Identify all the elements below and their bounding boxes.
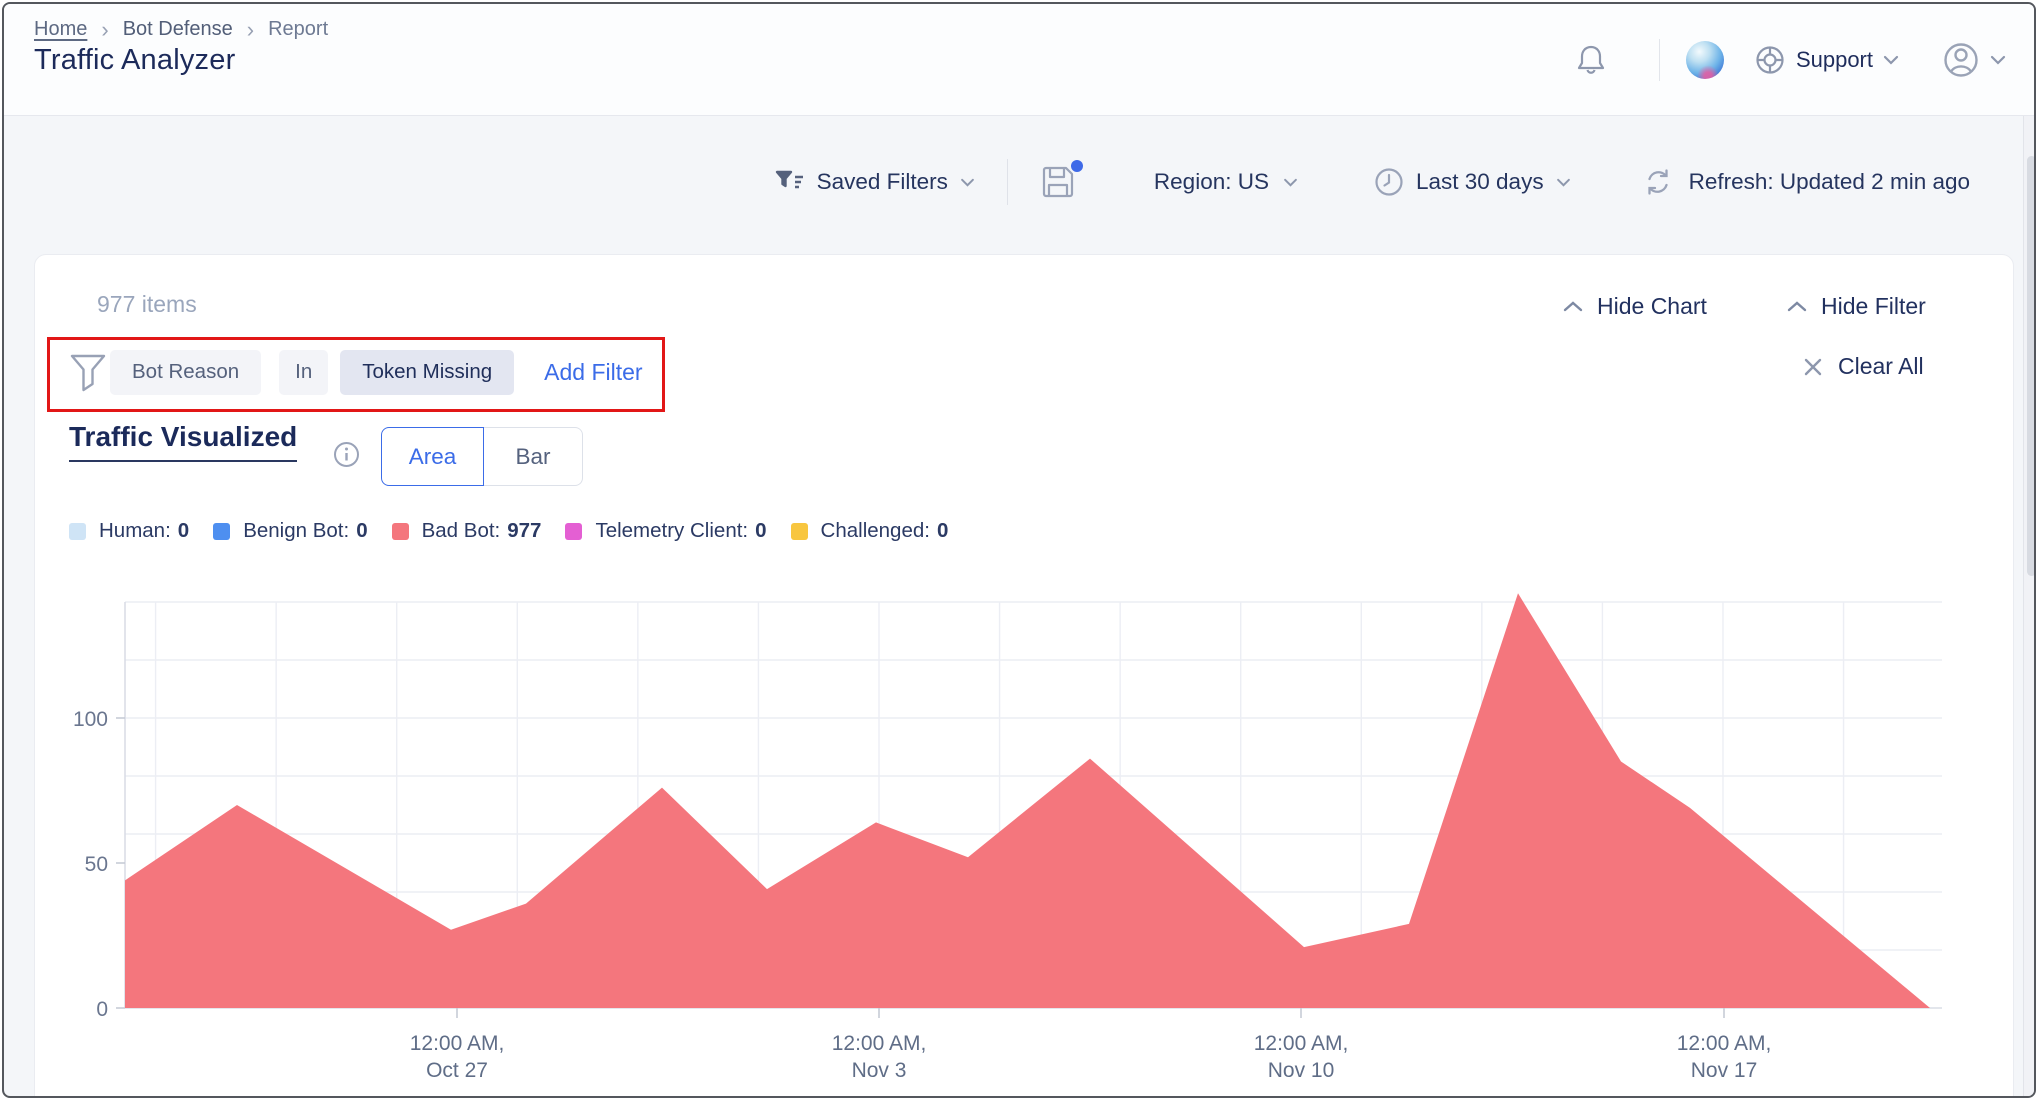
hide-chart-label: Hide Chart bbox=[1597, 293, 1707, 319]
legend-swatch bbox=[213, 522, 231, 540]
svg-text:12:00 AM,: 12:00 AM, bbox=[832, 1032, 927, 1055]
life-ring-icon bbox=[1756, 46, 1784, 74]
breadcrumb-report-current: Report bbox=[268, 18, 329, 40]
chevron-down-icon bbox=[1990, 55, 2006, 65]
chevron-down-icon bbox=[961, 178, 974, 187]
toolbar-divider bbox=[1006, 159, 1008, 205]
refresh-status-label: Refresh: Updated 2 min ago bbox=[1688, 169, 1970, 194]
svg-text:12:00 AM,: 12:00 AM, bbox=[1254, 1032, 1349, 1055]
legend-swatch bbox=[565, 522, 583, 540]
legend-label: Human: 0 bbox=[99, 519, 190, 542]
time-range-dropdown[interactable]: Last 30 days bbox=[1374, 167, 1571, 197]
legend-label: Challenged: 0 bbox=[820, 519, 949, 542]
info-icon[interactable] bbox=[333, 441, 360, 468]
hide-filter-label: Hide Filter bbox=[1821, 293, 1926, 319]
refresh-button[interactable]: Refresh: Updated 2 min ago bbox=[1643, 167, 1970, 197]
vertical-scrollbar-track[interactable] bbox=[2023, 116, 2034, 1096]
svg-text:Nov 10: Nov 10 bbox=[1268, 1059, 1335, 1082]
page-title: Traffic Analyzer bbox=[34, 44, 236, 76]
toggle-bar-button[interactable]: Bar bbox=[484, 427, 583, 486]
x-icon bbox=[1804, 358, 1822, 375]
add-filter-button[interactable]: Add Filter bbox=[544, 359, 642, 386]
chevron-right-icon: › bbox=[101, 16, 109, 42]
floppy-save-icon bbox=[1042, 166, 1074, 198]
results-card: 977 items Hide Chart Hide Filter Bot Rea… bbox=[34, 254, 2014, 1096]
clear-all-label: Clear All bbox=[1838, 353, 1924, 379]
tenant-avatar[interactable] bbox=[1685, 41, 1724, 79]
traffic-area-chart[interactable]: 0 50 100 12:00 AM, Oct 27 12:00 AM, Nov 3 12:00… bbox=[35, 565, 2013, 1096]
saved-filters-label: Saved Filters bbox=[816, 169, 948, 194]
saved-filters-dropdown[interactable]: Saved Filters bbox=[775, 169, 975, 195]
notifications-bell-icon[interactable] bbox=[1575, 43, 1607, 77]
time-range-label: Last 30 days bbox=[1415, 169, 1544, 194]
hide-chart-button[interactable]: Hide Chart bbox=[1563, 293, 1707, 320]
chevron-down-icon bbox=[1883, 55, 1899, 65]
chevron-up-icon bbox=[1787, 301, 1807, 312]
filter-value-chip[interactable]: Token Missing bbox=[340, 349, 515, 395]
chart-type-toggle: Area Bar bbox=[381, 427, 583, 486]
svg-text:Nov 17: Nov 17 bbox=[1691, 1059, 1758, 1082]
top-header-bar: Home › Bot Defense › Report Traffic Anal… bbox=[4, 4, 2034, 116]
legend-item[interactable]: Telemetry Client: 0 bbox=[565, 519, 767, 543]
legend-swatch bbox=[790, 522, 808, 540]
hide-filter-button[interactable]: Hide Filter bbox=[1787, 293, 1926, 320]
vertical-scrollbar-thumb[interactable] bbox=[2027, 156, 2034, 576]
refresh-icon bbox=[1647, 169, 1668, 195]
chevron-up-icon bbox=[1563, 301, 1583, 312]
legend-label: Bad Bot: 977 bbox=[421, 519, 542, 542]
filter-funnel-icon bbox=[69, 353, 107, 393]
header-divider bbox=[1658, 39, 1660, 81]
chevron-down-icon bbox=[1284, 178, 1297, 187]
svg-text:12:00 AM,: 12:00 AM, bbox=[410, 1032, 505, 1055]
chevron-down-icon bbox=[1556, 178, 1570, 187]
svg-text:100: 100 bbox=[73, 708, 108, 731]
active-filter-bar: Bot Reason In Token Missing Add Filter bbox=[110, 349, 643, 395]
breadcrumb: Home › Bot Defense › Report bbox=[34, 18, 328, 41]
clock-icon bbox=[1375, 168, 1403, 196]
filter-field-chip[interactable]: Bot Reason bbox=[110, 349, 262, 395]
report-toolbar: Saved Filters Region: US Last 30 days Re… bbox=[775, 154, 1970, 210]
svg-text:Nov 3: Nov 3 bbox=[852, 1059, 907, 1082]
legend-swatch bbox=[69, 522, 86, 540]
toggle-area-button[interactable]: Area bbox=[381, 427, 484, 486]
support-menu[interactable]: Support bbox=[1754, 44, 1899, 76]
chevron-right-icon: › bbox=[246, 16, 255, 42]
chart-title: Traffic Visualized bbox=[69, 421, 298, 462]
legend-item[interactable]: Challenged: 0 bbox=[790, 519, 949, 543]
filter-operator-chip[interactable]: In bbox=[279, 349, 329, 395]
clear-all-button[interactable]: Clear All bbox=[1803, 353, 1924, 380]
chart-legend: Human: 0 Benign Bot: 0 Bad Bot: 977 Telemetry … bbox=[69, 519, 948, 543]
items-count: 977 items bbox=[97, 291, 197, 317]
svg-text:Oct 27: Oct 27 bbox=[426, 1059, 488, 1082]
header-actions: Support bbox=[1575, 4, 2006, 116]
account-menu[interactable] bbox=[1941, 40, 2006, 80]
region-dropdown[interactable]: Region: US bbox=[1154, 169, 1298, 195]
region-label: Region: US bbox=[1153, 169, 1269, 194]
legend-label: Benign Bot: 0 bbox=[243, 519, 368, 542]
legend-item[interactable]: Bad Bot: 977 bbox=[391, 519, 542, 543]
support-label: Support bbox=[1795, 47, 1873, 72]
breadcrumb-home-link[interactable]: Home bbox=[34, 18, 87, 41]
legend-item[interactable]: Human: 0 bbox=[69, 519, 189, 543]
breadcrumb-bot-defense-link[interactable]: Bot Defense bbox=[123, 18, 233, 41]
legend-swatch bbox=[391, 522, 409, 540]
app-window: Home › Bot Defense › Report Traffic Anal… bbox=[2, 2, 2036, 1098]
svg-text:50: 50 bbox=[85, 853, 108, 876]
svg-text:12:00 AM,: 12:00 AM, bbox=[1677, 1032, 1772, 1055]
legend-item[interactable]: Benign Bot: 0 bbox=[213, 519, 368, 543]
account-person-icon bbox=[1944, 43, 1978, 77]
svg-text:0: 0 bbox=[96, 998, 108, 1021]
unsaved-changes-dot bbox=[1070, 160, 1083, 172]
legend-label: Telemetry Client: 0 bbox=[595, 519, 767, 542]
funnel-lines-icon bbox=[775, 170, 803, 189]
save-filter-button[interactable] bbox=[1040, 160, 1083, 200]
